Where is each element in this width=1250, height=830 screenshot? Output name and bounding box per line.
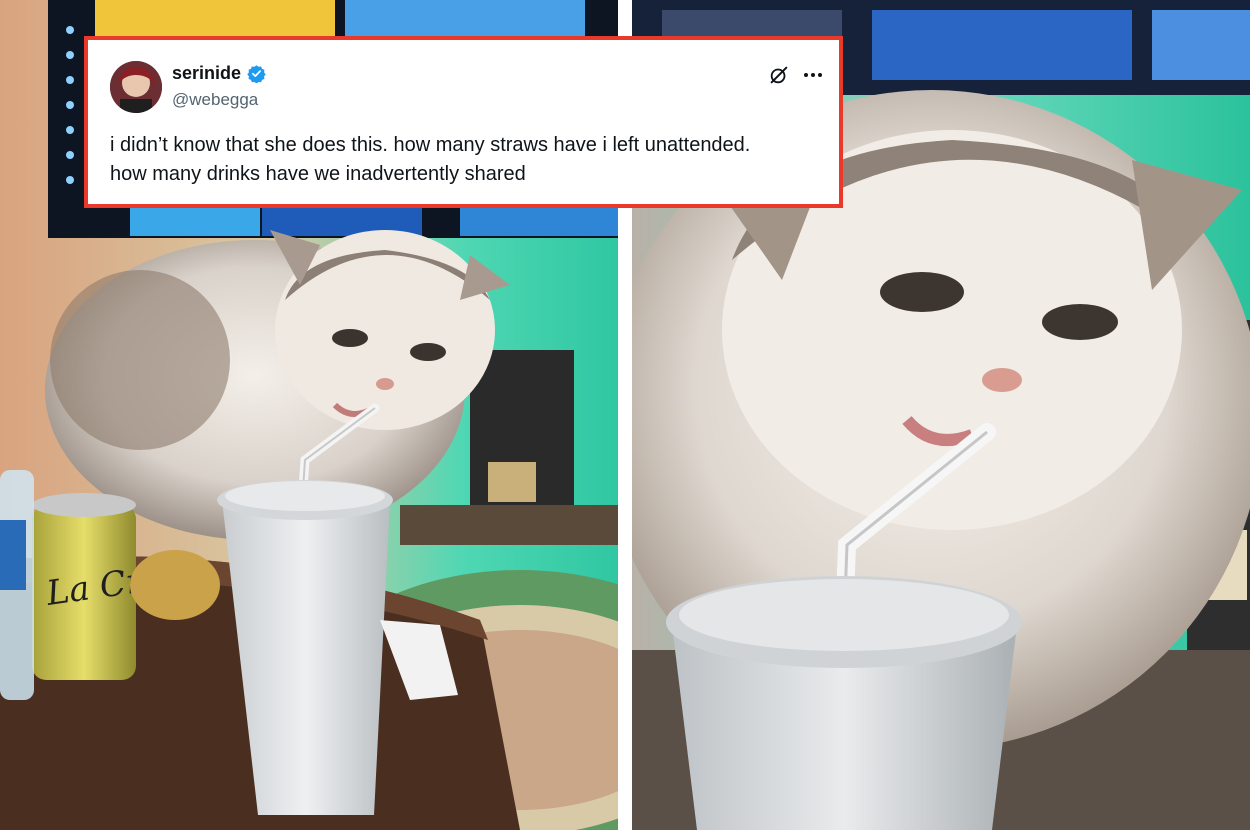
tweet-text: i didn’t know that she does this. how ma… [110, 131, 830, 189]
tweet-text-line-1: i didn’t know that she does this. how ma… [110, 134, 751, 156]
avatar[interactable] [110, 61, 162, 113]
verified-badge-icon [247, 64, 266, 84]
tweet-text-line-2: how many drinks have we inadvertently sh… [110, 163, 526, 185]
grok-icon[interactable] [768, 64, 790, 86]
name-row: serinide [172, 63, 266, 84]
handle[interactable]: @webegga [172, 90, 258, 110]
avatar-image [110, 61, 162, 113]
display-name[interactable]: serinide [172, 63, 241, 84]
more-options-icon[interactable] [804, 66, 826, 84]
tweet-card: serinide @webegga i didn’t know that she… [84, 36, 843, 208]
